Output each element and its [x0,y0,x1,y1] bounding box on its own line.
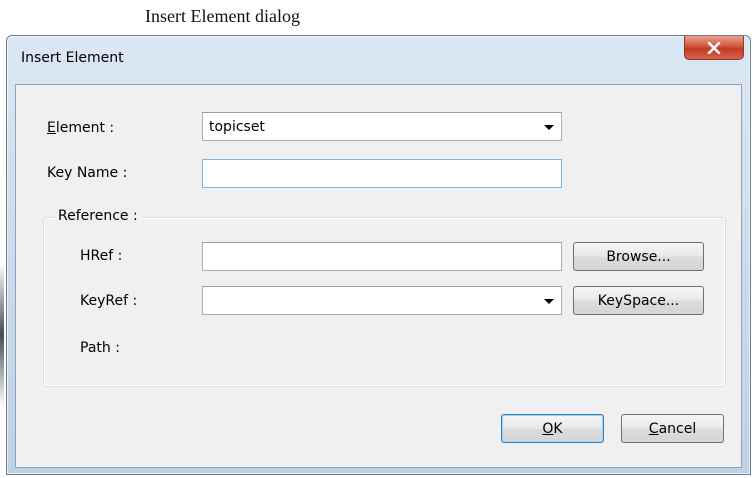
ok-button[interactable]: OK [501,414,604,443]
chevron-down-icon[interactable] [544,299,554,304]
element-select-value: topicset [209,119,265,135]
key-name-label: Key Name : [47,165,128,181]
keyref-label: KeyRef : [80,293,138,309]
element-label-accel: E [47,120,56,136]
path-label: Path : [80,340,120,356]
chevron-down-icon[interactable] [544,125,554,130]
close-x-icon [707,41,721,54]
title-bar[interactable]: Insert Element [7,36,750,76]
element-select[interactable]: topicset [202,112,562,141]
dialog-body: Element : topicset Key Name : Reference … [15,84,742,468]
background-edge [0,0,4,478]
cancel-label: ancel [658,420,697,437]
browse-button[interactable]: Browse... [573,242,704,271]
reference-legend: Reference : [54,208,142,224]
dialog-title: Insert Element [21,50,124,66]
close-button[interactable] [684,36,744,60]
keyspace-button[interactable]: KeySpace... [573,286,704,315]
href-label: HRef : [80,248,123,264]
href-input[interactable] [202,242,562,271]
key-name-input[interactable] [202,159,562,188]
element-label: Element : [47,120,114,136]
ok-label: K [553,420,563,437]
keyref-select[interactable] [202,286,562,315]
figure-caption: Insert Element dialog [145,6,300,26]
cancel-button[interactable]: Cancel [621,414,724,443]
insert-element-dialog: Insert Element Element : topicset Key Na… [6,35,751,475]
element-label-text: lement : [55,120,115,136]
ok-accel: O [542,420,554,437]
cancel-accel: C [648,420,659,437]
